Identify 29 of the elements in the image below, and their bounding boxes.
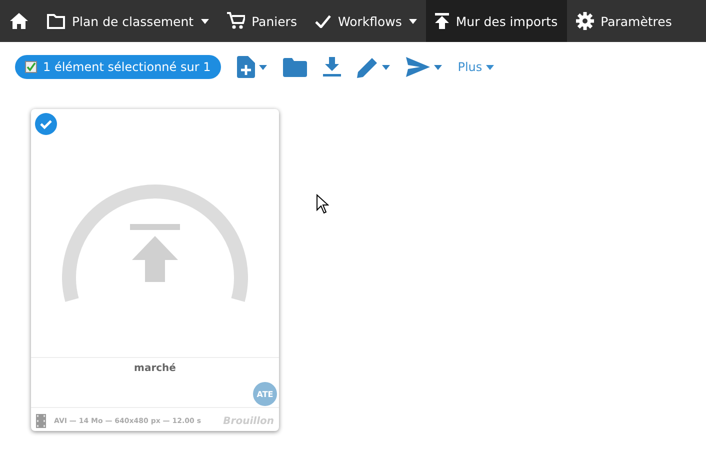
cursor-icon [316, 194, 329, 214]
nav-tab[interactable]: Plan de classement [38, 0, 218, 42]
selected-check-icon[interactable] [35, 113, 57, 135]
home-icon [10, 13, 28, 29]
selection-badge[interactable]: 1 élément sélectionné sur 1 [15, 55, 221, 79]
caret-icon [258, 64, 267, 70]
card-title: marché [134, 363, 176, 374]
nav-tab[interactable]: Paramètres [566, 0, 681, 42]
upload-icon [434, 13, 449, 29]
settings-icon [576, 12, 594, 30]
film-icon [36, 414, 46, 428]
pencil-icon [356, 56, 378, 78]
caret-icon [486, 64, 494, 70]
user-avatar: ATE [253, 382, 277, 406]
caret-icon [200, 18, 209, 24]
caret-icon [382, 64, 390, 70]
folder-icon [282, 58, 307, 76]
cart-icon [226, 12, 245, 30]
download-icon [322, 57, 341, 77]
nav-tab[interactable]: Mur des imports [426, 0, 567, 42]
add-document-icon [236, 56, 255, 78]
nav-tab[interactable]: Paniers [218, 0, 306, 42]
checkmark-icon [314, 14, 331, 28]
checkbox-icon [25, 61, 37, 73]
caret-icon [408, 18, 417, 24]
send-icon [406, 57, 430, 77]
nav-tab[interactable]: Workflows [306, 0, 426, 42]
caret-icon [434, 64, 442, 70]
folder-icon [47, 14, 65, 28]
